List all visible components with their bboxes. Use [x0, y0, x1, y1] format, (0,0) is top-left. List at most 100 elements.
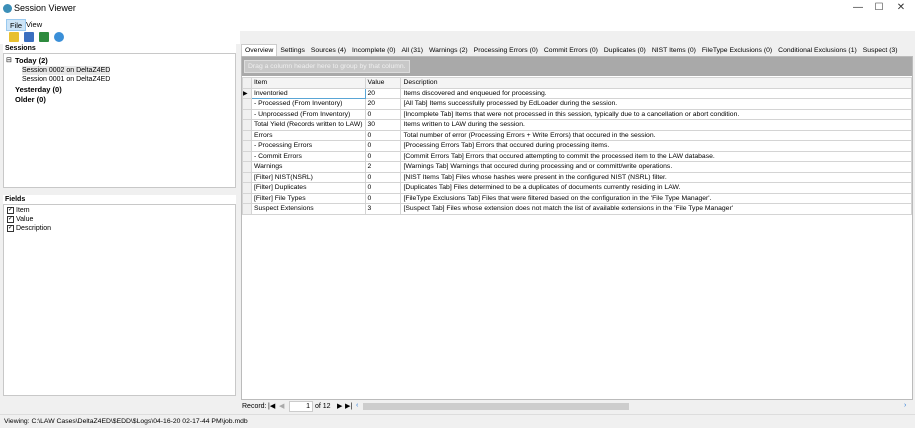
column-header-item[interactable]: Item	[250, 77, 366, 89]
column-header-value[interactable]: Value	[364, 77, 402, 89]
table-row[interactable]: [Filter] File Types 0 [FileType Exclusions…	[242, 192, 912, 204]
cell-value[interactable]: 0	[364, 171, 402, 183]
cell-description[interactable]: [Suspect Tab] Files whose extension does…	[400, 203, 912, 215]
table-row[interactable]: Errors 0 Total number of error (Processing…	[242, 129, 912, 141]
row-indicator[interactable]	[242, 119, 252, 131]
cell-description[interactable]: [Duplicates Tab] Files determined to be …	[400, 182, 912, 194]
cell-item[interactable]: Total Yield (Records written to LAW)	[250, 119, 366, 131]
column-header-description[interactable]: Description	[400, 77, 912, 89]
record-input[interactable]: 1	[289, 401, 313, 412]
row-indicator[interactable]	[242, 182, 252, 194]
cell-description[interactable]: [Commit Errors Tab] Errors that occured …	[400, 150, 912, 162]
cell-value[interactable]: 0	[364, 182, 402, 194]
tree-group-today[interactable]: Today (2)	[15, 56, 48, 65]
horizontal-scrollbar-thumb[interactable]	[363, 403, 629, 410]
table-row[interactable]: - Processed (From Inventory) 20 [All Tab] …	[242, 98, 912, 110]
cell-value[interactable]: 30	[364, 119, 402, 131]
cell-value[interactable]: 0	[364, 108, 402, 120]
row-indicator[interactable]	[242, 98, 252, 110]
table-row[interactable]: Total Yield (Records written to LAW) 30 It…	[242, 119, 912, 131]
cell-value[interactable]: 3	[364, 203, 402, 215]
cell-value[interactable]: 20	[364, 87, 402, 99]
tab-overview[interactable]: Overview	[241, 44, 278, 56]
scroll-left-icon[interactable]: ‹	[356, 402, 358, 409]
cell-item[interactable]: Suspect Extensions	[250, 203, 366, 215]
cell-item[interactable]: - Processed (From Inventory)	[250, 98, 366, 110]
cell-value[interactable]: 0	[364, 129, 402, 141]
open-folder-icon[interactable]	[9, 32, 19, 42]
cell-description[interactable]: [Processing Errors Tab] Errors that occu…	[400, 140, 912, 152]
tree-session-item[interactable]: Session 0001 on DeltaZ4ED	[22, 75, 110, 84]
row-indicator[interactable]	[242, 108, 252, 120]
sessions-tree: ⊟ Today (2) Session 0002 on DeltaZ4ED Se…	[3, 53, 236, 188]
cell-description[interactable]: [NIST Items Tab] Files whose hashes were…	[400, 171, 912, 183]
cell-item[interactable]: Inventoried	[250, 87, 366, 99]
cell-value[interactable]: 0	[364, 192, 402, 204]
row-indicator[interactable]: ▶	[242, 87, 252, 99]
cell-item[interactable]: [Filter] Duplicates	[250, 182, 366, 194]
field-value[interactable]: ✓ Value	[7, 215, 33, 224]
cell-item[interactable]: - Processing Errors	[250, 140, 366, 152]
tree-group-yesterday[interactable]: Yesterday (0)	[15, 85, 62, 94]
cell-item[interactable]: Errors	[250, 129, 366, 141]
table-row[interactable]: - Commit Errors 0 [Commit Errors Tab] Erro…	[242, 150, 912, 162]
first-record-button[interactable]: |◀	[268, 402, 275, 410]
cell-description[interactable]: Total number of error (Processing Errors…	[400, 129, 912, 141]
row-indicator[interactable]	[242, 171, 252, 183]
maximize-button[interactable]: ☐	[869, 2, 889, 13]
cell-description[interactable]: Items discovered and enqueued for proces…	[400, 87, 912, 99]
export-excel-icon[interactable]	[39, 32, 49, 42]
row-indicator[interactable]	[242, 161, 252, 173]
row-indicator-header	[242, 77, 252, 89]
checkbox-checked-icon[interactable]: ✓	[7, 215, 14, 223]
cell-value[interactable]: 0	[364, 140, 402, 152]
row-indicator[interactable]	[242, 150, 252, 162]
checkbox-checked-icon[interactable]: ✓	[7, 224, 14, 232]
tree-group-older[interactable]: Older (0)	[15, 95, 46, 104]
record-navigator: Record: |◀ ◀ 1 of 12 ▶ ▶| ‹ ›	[241, 401, 913, 413]
table-row[interactable]: - Processing Errors 0 [Processing Errors T…	[242, 140, 912, 152]
cell-item[interactable]: - Unprocessed (From Inventory)	[250, 108, 366, 120]
next-record-button[interactable]: ▶	[337, 402, 342, 410]
table-row[interactable]: [Filter] Duplicates 0 [Duplicates Tab] Fil…	[242, 182, 912, 194]
field-label: Description	[16, 225, 52, 232]
cell-value[interactable]: 20	[364, 98, 402, 110]
cell-item[interactable]: [Filter] File Types	[250, 192, 366, 204]
save-icon[interactable]	[24, 32, 34, 42]
table-row[interactable]: [Filter] NIST(NSRL) 0 [NIST Items Tab] Fil…	[242, 171, 912, 183]
prev-record-button[interactable]: ◀	[279, 402, 284, 410]
status-bar: Viewing: C:\LAW Cases\DeltaZ4ED\$EDD\$Lo…	[0, 414, 915, 428]
group-panel[interactable]: Drag a column header here to group by th…	[242, 57, 912, 76]
menu-view[interactable]: View	[23, 19, 45, 31]
close-button[interactable]: ✕	[891, 2, 911, 13]
table-row[interactable]: - Unprocessed (From Inventory) 0 [Incomple…	[242, 108, 912, 120]
row-indicator[interactable]	[242, 140, 252, 152]
row-indicator[interactable]	[242, 203, 252, 215]
cell-description[interactable]: Items written to LAW during the session.	[400, 119, 912, 131]
tree-session-item[interactable]: Session 0002 on DeltaZ4ED	[22, 66, 111, 75]
refresh-icon[interactable]	[54, 32, 64, 42]
field-description[interactable]: ✓ Description	[7, 224, 51, 233]
cell-description[interactable]: [Warnings Tab] Warnings that occured dur…	[400, 161, 912, 173]
collapse-icon[interactable]: ⊟	[6, 56, 12, 65]
table-row[interactable]: Warnings 2 [Warnings Tab] Warnings that oc…	[242, 161, 912, 173]
row-indicator[interactable]	[242, 129, 252, 141]
cell-description[interactable]: [Incomplete Tab] Items that were not pro…	[400, 108, 912, 120]
table-row[interactable]: ▶ Inventoried 20 Items discovered and enque…	[242, 87, 912, 99]
cell-description[interactable]: [FileType Exclusions Tab] Files that wer…	[400, 192, 912, 204]
cell-item[interactable]: Warnings	[250, 161, 366, 173]
table-row[interactable]: Suspect Extensions 3 [Suspect Tab] Files w…	[242, 203, 912, 215]
title-bar: Session Viewer — ☐ ✕	[0, 0, 915, 18]
cell-value[interactable]: 0	[364, 150, 402, 162]
cell-description[interactable]: [All Tab] Items successfully processed b…	[400, 98, 912, 110]
row-indicator[interactable]	[242, 192, 252, 204]
cell-item[interactable]: - Commit Errors	[250, 150, 366, 162]
cell-item[interactable]: [Filter] NIST(NSRL)	[250, 171, 366, 183]
field-item[interactable]: ✓ Item	[7, 206, 30, 215]
field-label: Value	[16, 216, 34, 223]
last-record-button[interactable]: ▶|	[345, 402, 352, 410]
scroll-right-icon[interactable]: ›	[904, 402, 906, 409]
minimize-button[interactable]: —	[848, 2, 868, 13]
cell-value[interactable]: 2	[364, 161, 402, 173]
checkbox-checked-icon[interactable]: ✓	[7, 206, 14, 214]
